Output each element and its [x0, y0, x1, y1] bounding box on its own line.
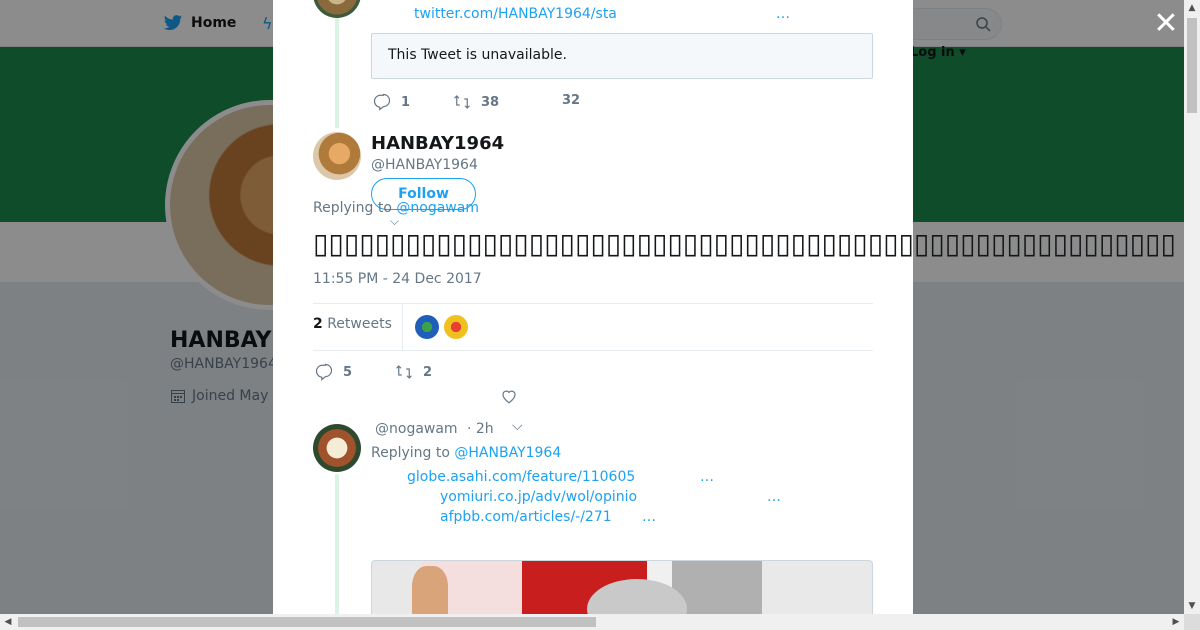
unavailable-card: This Tweet is unavailable. — [371, 33, 873, 79]
main-tweet-avatar[interactable] — [313, 132, 361, 180]
reply-replying-to: Replying to @HANBAY1964 — [371, 445, 561, 461]
photo-head — [587, 579, 687, 615]
close-icon[interactable]: ✕ — [1152, 9, 1180, 39]
quoted-link-ellipsis: … — [776, 6, 790, 22]
horizontal-scrollbar[interactable]: ◀ ▶ — [0, 614, 1184, 630]
thread-line — [335, 18, 339, 128]
replying-to-prefix: Replying to — [371, 445, 450, 461]
retweet-icon — [396, 365, 412, 379]
reply-handle[interactable]: @nogawam — [375, 421, 458, 437]
reply-link-ellipsis: … — [642, 509, 656, 525]
reply-link-ellipsis: … — [700, 469, 714, 485]
quoted-link[interactable]: twitter.com/HANBAY1964/sta — [414, 6, 617, 22]
retweeter-avatar[interactable] — [415, 315, 439, 339]
photo-hand — [412, 566, 448, 615]
divider — [313, 303, 873, 304]
reply-time[interactable]: · 2h — [467, 421, 494, 437]
retweets-label: Retweets — [327, 316, 392, 332]
unavailable-text: This Tweet is unavailable. — [388, 47, 567, 63]
main-tweet-text: ▯▯▯▯▯▯▯▯▯▯▯▯▯▯▯▯▯▯▯▯▯▯▯▯▯▯▯▯▯▯▯▯▯▯▯▯▯▯▯▯… — [313, 227, 1176, 260]
thread-line — [335, 474, 339, 614]
prev-like-action[interactable]: 32 — [562, 93, 580, 108]
retweeter-avatar[interactable] — [444, 315, 468, 339]
main-display-name[interactable]: HANBAY1964 — [371, 133, 504, 154]
vertical-scrollbar[interactable]: ▲ ▼ — [1184, 0, 1200, 614]
heart-icon — [502, 390, 516, 404]
divider — [313, 350, 873, 351]
reply-link[interactable]: globe.asahi.com/feature/110605 — [407, 469, 635, 485]
prev-retweet-action[interactable]: 38 — [453, 93, 499, 111]
replying-to-user-link[interactable]: @HANBAY1964 — [454, 445, 561, 461]
reply-count: 5 — [343, 364, 353, 380]
divider-vertical — [402, 304, 403, 350]
scroll-up-arrow[interactable]: ▲ — [1184, 0, 1200, 16]
reply-link[interactable]: yomiuri.co.jp/adv/wol/opinio — [440, 489, 637, 505]
main-timestamp[interactable]: 11:55 PM - 24 Dec 2017 — [313, 271, 482, 287]
retweets-stat[interactable]: 2 Retweets — [313, 316, 392, 332]
scrollbar-corner — [1184, 614, 1200, 630]
reply-link-ellipsis: … — [767, 489, 781, 505]
chevron-down-icon[interactable]: ⌵ — [512, 418, 523, 434]
scroll-down-arrow[interactable]: ▼ — [1184, 598, 1200, 614]
retweet-icon — [454, 95, 470, 109]
retweet-count: 2 — [423, 364, 433, 380]
reply-action[interactable]: 5 — [315, 363, 352, 381]
prev-reply-count: 1 — [401, 94, 411, 110]
replying-to-prefix: Replying to — [313, 200, 392, 216]
reply-icon — [315, 363, 333, 381]
replying-to-user-link[interactable]: @nogawam — [396, 200, 479, 216]
prev-reply-action[interactable]: 1 — [373, 93, 410, 111]
like-action[interactable] — [500, 387, 518, 405]
reply-link[interactable]: afpbb.com/articles/-/271 — [440, 509, 612, 525]
scroll-right-arrow[interactable]: ▶ — [1168, 614, 1184, 630]
prev-retweet-count: 38 — [481, 94, 500, 110]
retweets-count: 2 — [313, 316, 323, 332]
main-handle[interactable]: @HANBAY1964 — [371, 157, 478, 173]
scrollbar-thumb[interactable] — [18, 617, 596, 627]
reply-icon — [373, 93, 391, 111]
scrollbar-thumb[interactable] — [1187, 18, 1197, 113]
scroll-left-arrow[interactable]: ◀ — [0, 614, 16, 630]
retweet-action[interactable]: 2 — [395, 363, 432, 381]
prev-like-count: 32 — [562, 93, 581, 108]
reply-tweet-avatar[interactable] — [313, 424, 361, 472]
reply-media-image[interactable] — [371, 560, 873, 615]
